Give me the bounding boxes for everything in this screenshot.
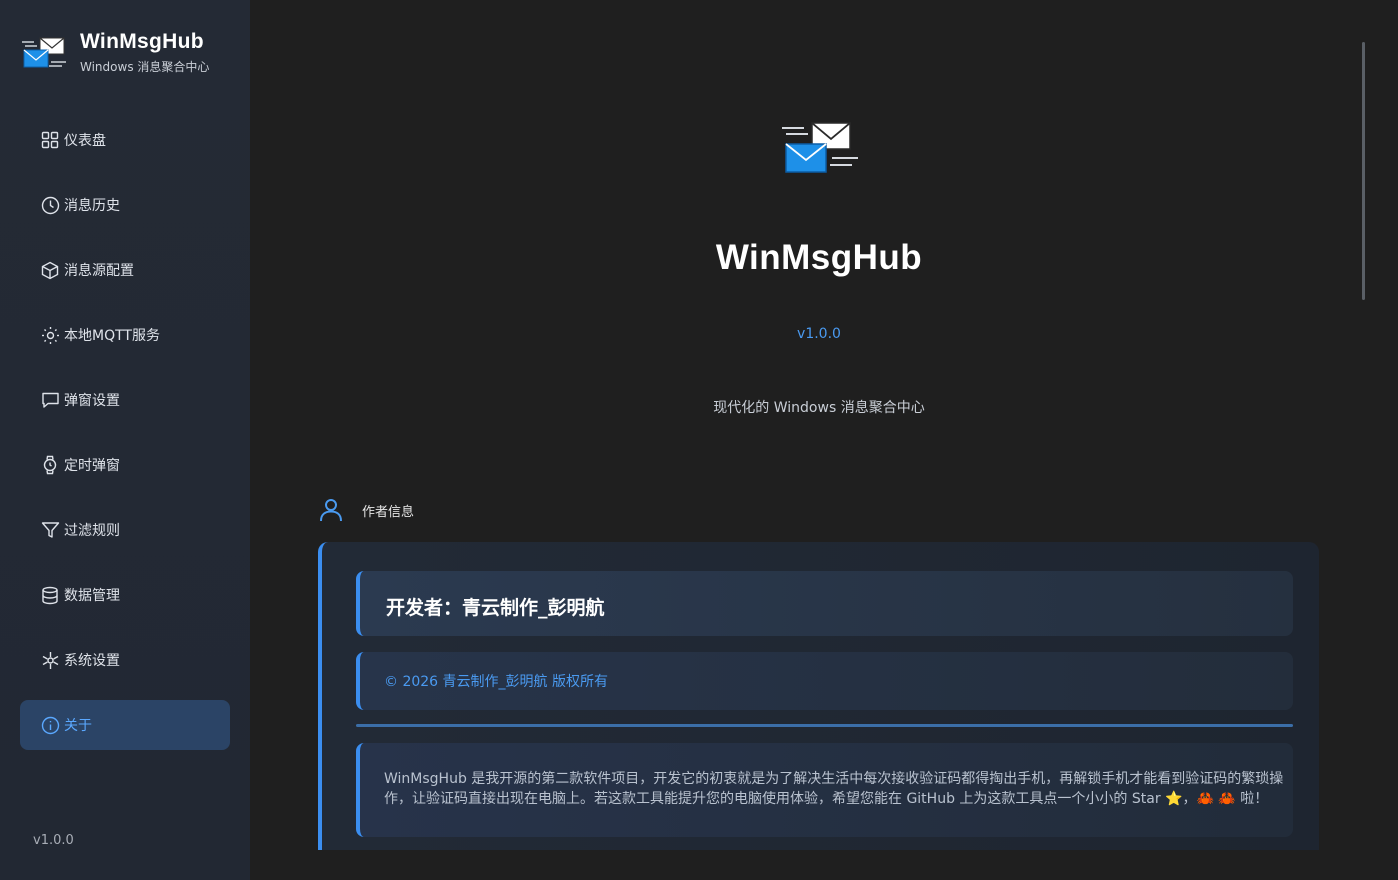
clock-icon — [40, 195, 60, 215]
info-icon — [40, 715, 60, 735]
app-logo-large-icon — [782, 122, 858, 173]
sidebar-item-label: 消息历史 — [64, 198, 120, 214]
brand: WinMsgHub Windows 消息聚合中心 — [20, 30, 209, 80]
watch-icon — [40, 455, 60, 475]
sidebar-item-label: 关于 — [64, 718, 92, 734]
intro-block: WinMsgHub 是我开源的第二款软件项目，开发它的初衷就是为了解决生活中每次… — [356, 743, 1293, 837]
about-description: 现代化的 Windows 消息聚合中心 — [713, 400, 925, 416]
sidebar: WinMsgHub Windows 消息聚合中心 仪表盘 消息历史 消息源配置 … — [0, 0, 250, 880]
sidebar-item-data[interactable]: 数据管理 — [20, 570, 230, 620]
filter-icon — [40, 520, 60, 540]
developer-block: 开发者：青云制作_彭明航 — [356, 571, 1293, 636]
sidebar-item-label: 仪表盘 — [64, 133, 106, 149]
dashboard-icon — [40, 130, 60, 150]
gear-icon — [40, 650, 60, 670]
app-logo-icon — [22, 37, 66, 68]
author-card: 开发者：青云制作_彭明航 © 2026 青云制作_彭明航 版权所有 WinMsg… — [318, 542, 1319, 850]
database-icon — [40, 585, 60, 605]
sidebar-item-history[interactable]: 消息历史 — [20, 180, 230, 230]
sidebar-nav: 仪表盘 消息历史 消息源配置 本地MQTT服务 弹窗设置 定时弹窗 过滤规则 数… — [20, 115, 230, 765]
sidebar-item-scheduled-popup[interactable]: 定时弹窗 — [20, 440, 230, 490]
app-subtitle: Windows 消息聚合中心 — [80, 60, 210, 74]
divider — [356, 724, 1293, 727]
copyright-block: © 2026 青云制作_彭明航 版权所有 — [356, 652, 1293, 710]
developer-name: 开发者：青云制作_彭明航 — [386, 597, 605, 619]
sidebar-item-settings[interactable]: 系统设置 — [20, 635, 230, 685]
about-title: WinMsgHub — [715, 238, 923, 277]
copyright-text: © 2026 青云制作_彭明航 版权所有 — [384, 674, 608, 690]
about-version: v1.0.0 — [797, 326, 841, 342]
intro-text: WinMsgHub 是我开源的第二款软件项目，开发它的初衷就是为了解决生活中每次… — [384, 771, 1284, 807]
user-icon — [320, 499, 342, 522]
app-name: WinMsgHub — [80, 30, 204, 53]
sidebar-item-filter[interactable]: 过滤规则 — [20, 505, 230, 555]
sidebar-item-dashboard[interactable]: 仪表盘 — [20, 115, 230, 165]
author-section-header: 作者信息 — [318, 498, 414, 522]
sidebar-version: v1.0.0 — [33, 833, 74, 848]
author-section-label: 作者信息 — [362, 504, 415, 520]
sidebar-item-label: 系统设置 — [64, 653, 120, 669]
sidebar-item-label: 过滤规则 — [64, 523, 120, 539]
sidebar-item-about[interactable]: 关于 — [20, 700, 230, 750]
sidebar-item-label: 定时弹窗 — [64, 458, 120, 474]
sidebar-item-label: 数据管理 — [64, 588, 120, 604]
